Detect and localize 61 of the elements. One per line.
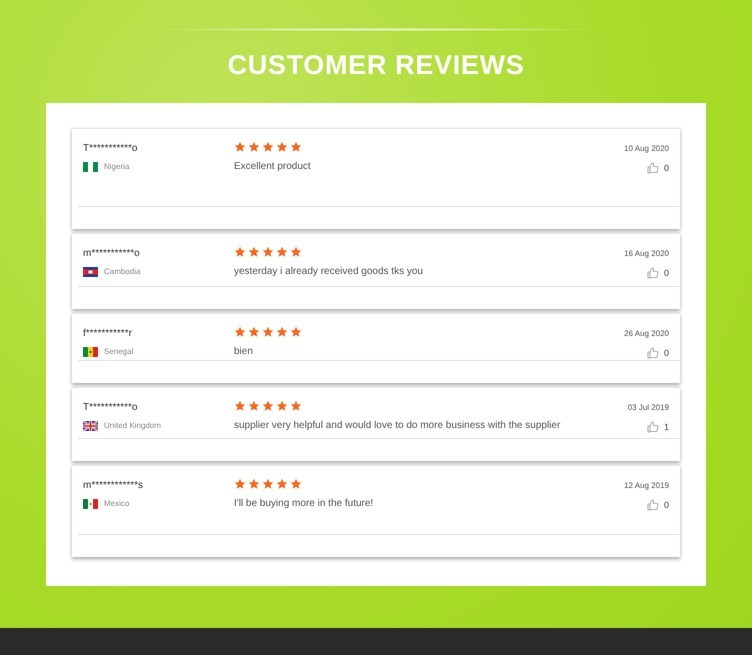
review-date: 03 Jul 2019 bbox=[628, 402, 669, 414]
like-count: 0 bbox=[664, 346, 669, 360]
star-icon bbox=[234, 246, 246, 258]
flag-icon bbox=[83, 266, 98, 276]
star-icon bbox=[276, 478, 288, 490]
like-count: 0 bbox=[664, 498, 669, 512]
reviewer-name: m************s bbox=[83, 478, 144, 492]
star-icon bbox=[248, 478, 260, 490]
star-icon bbox=[276, 326, 288, 338]
review-text: I'll be buying more in the future! bbox=[234, 496, 374, 510]
thumbs-up-icon[interactable] bbox=[646, 499, 659, 512]
review-date: 12 Aug 2019 bbox=[624, 480, 669, 492]
star-icon bbox=[290, 478, 302, 490]
star-icon bbox=[276, 400, 288, 412]
thumbs-up-icon[interactable] bbox=[646, 162, 659, 174]
star-icon bbox=[234, 326, 246, 338]
star-icon bbox=[234, 478, 246, 490]
star-icon bbox=[290, 246, 302, 258]
thumbs-up-icon[interactable] bbox=[646, 421, 659, 434]
star-icon bbox=[290, 326, 302, 338]
star-icon bbox=[262, 478, 274, 490]
star-icon bbox=[290, 400, 302, 412]
review-date: 10 Aug 2020 bbox=[624, 142, 669, 154]
like-count: 0 bbox=[664, 162, 669, 174]
review-text: supplier very helpful and would love to do more business with the supplier bbox=[234, 418, 562, 432]
star-icon bbox=[234, 140, 246, 152]
country-name: Senegal bbox=[104, 346, 134, 358]
flag-icon bbox=[83, 162, 98, 172]
star-icon bbox=[262, 400, 274, 412]
star-icon bbox=[248, 326, 260, 338]
review-date: 26 Aug 2020 bbox=[624, 328, 669, 340]
country-name: Nigeria bbox=[104, 160, 130, 172]
star-icon bbox=[262, 326, 274, 338]
star-icon bbox=[248, 140, 260, 152]
flag-icon bbox=[83, 346, 98, 356]
flag-icon bbox=[83, 498, 98, 508]
star-icon bbox=[248, 400, 260, 412]
review-text: bien bbox=[234, 344, 254, 358]
review-text: yesterday i already received goods tks you bbox=[234, 264, 424, 278]
star-icon bbox=[234, 400, 246, 412]
star-icon bbox=[262, 246, 274, 258]
thumbs-up-icon[interactable] bbox=[646, 267, 659, 280]
flag-icon bbox=[83, 420, 98, 430]
star-icon bbox=[276, 246, 288, 258]
like-count: 1 bbox=[664, 420, 669, 434]
like-count: 0 bbox=[664, 266, 669, 280]
country-name: Cambodia bbox=[104, 266, 140, 278]
reviewer-name: m***********o bbox=[83, 246, 141, 260]
review-date: 16 Aug 2020 bbox=[624, 248, 669, 260]
reviewer-name: f***********r bbox=[83, 326, 133, 340]
reviewer-name: T***********o bbox=[83, 400, 138, 414]
star-icon bbox=[262, 140, 274, 152]
star-icon bbox=[248, 246, 260, 258]
country-name: United Kingdom bbox=[104, 420, 161, 432]
thumbs-up-icon[interactable] bbox=[646, 347, 659, 360]
star-icon bbox=[290, 140, 302, 152]
review-text: Excellent product bbox=[234, 160, 312, 174]
country-name: Mexico bbox=[104, 498, 130, 510]
star-icon bbox=[276, 140, 288, 152]
page-title: CUSTOMER REVIEWS bbox=[228, 49, 524, 82]
reviewer-name: T***********o bbox=[83, 142, 138, 156]
